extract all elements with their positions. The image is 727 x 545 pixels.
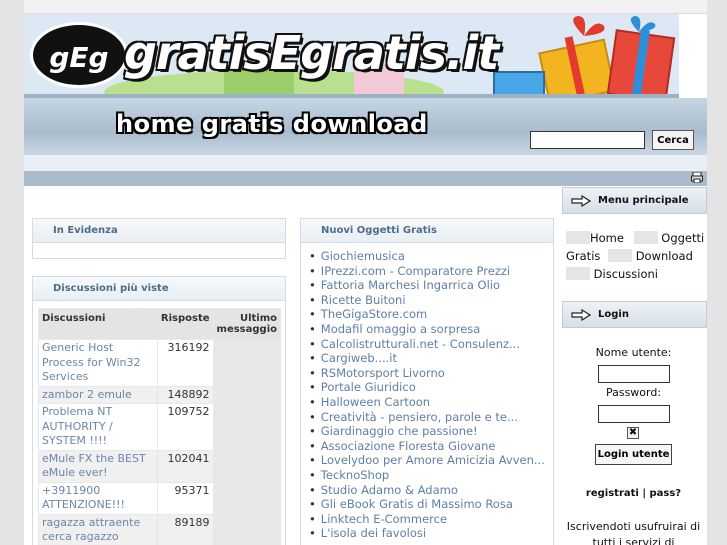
- top-strip: [24, 0, 707, 14]
- site-logo[interactable]: gratisEgratis.it: [124, 26, 499, 80]
- register-link[interactable]: registrati | pass?: [560, 488, 707, 499]
- table-row: eMule FX the BEST eMule ever! 102041: [39, 450, 280, 482]
- search-input[interactable]: [530, 131, 645, 149]
- column-header-risposte: Risposte: [157, 309, 213, 339]
- discussion-replies: 148892: [157, 386, 213, 403]
- discussion-link[interactable]: Generic Host Process for Win32 Services: [39, 340, 157, 386]
- list-item[interactable]: Calcolistrutturali.net - Consulenz...: [309, 337, 553, 352]
- nuovi-oggetti-list: Giochiemusica IPrezzi.com - Comparatore …: [309, 249, 553, 541]
- sub-band: [24, 154, 707, 171]
- list-item[interactable]: Ricette Buitoni: [309, 293, 553, 308]
- username-field[interactable]: [598, 365, 670, 383]
- menu-item-discussioni[interactable]: Discussioni: [566, 267, 658, 281]
- discussion-link[interactable]: eMule FX the BEST eMule ever!: [39, 450, 157, 482]
- discussion-replies: 95371: [157, 482, 213, 514]
- discussion-last: [213, 386, 280, 403]
- password-field[interactable]: [598, 405, 670, 423]
- discussioni-table: Discussioni Risposte Ultimo messaggio Ge…: [38, 308, 281, 545]
- sidebar: Menu principale Home Oggetti Gratis Down…: [560, 186, 707, 545]
- username-label: Nome utente:: [595, 346, 672, 359]
- discussion-replies: 109752: [157, 404, 213, 450]
- table-row: zambor 2 emule 148892: [39, 386, 280, 403]
- list-item[interactable]: IPrezzi.com - Comparatore Prezzi: [309, 264, 553, 279]
- list-item[interactable]: Giochiemusica: [309, 249, 553, 264]
- list-item[interactable]: TecknoShop: [309, 468, 553, 483]
- discussion-link[interactable]: Problema NT AUTHORITY / SYSTEM !!!!: [39, 404, 157, 450]
- password-label: Password:: [605, 386, 662, 399]
- search-button[interactable]: Cerca: [652, 130, 694, 150]
- discussion-replies: 316192: [157, 340, 213, 386]
- list-item[interactable]: Cargiweb....it: [309, 351, 553, 366]
- list-item[interactable]: Halloween Cartoon: [309, 395, 553, 410]
- menu-principale-title: Menu principale: [598, 195, 689, 206]
- list-item[interactable]: Studio Adamo & Adamo: [309, 483, 553, 498]
- table-row: ragazza attraente cerca ragazzo 89189: [39, 514, 280, 545]
- list-item[interactable]: Associazione Floresta Giovane: [309, 439, 553, 454]
- menu-principale-header: Menu principale: [562, 187, 707, 214]
- discussion-replies: 102041: [157, 450, 213, 482]
- discussion-last: [213, 514, 280, 545]
- list-item[interactable]: Lovelydoo per Amore Amicizia Avven...: [309, 453, 553, 468]
- table-row: Problema NT AUTHORITY / SYSTEM !!!! 1097…: [39, 404, 280, 450]
- discussioni-box: Discussioni più viste Discussioni Rispos…: [32, 276, 286, 545]
- menu-item-download[interactable]: Download: [604, 249, 693, 263]
- login-button[interactable]: Login utente: [595, 444, 672, 465]
- discussioni-table-wrap: Discussioni Risposte Ultimo messaggio Ge…: [38, 308, 281, 545]
- printer-icon[interactable]: [691, 172, 703, 183]
- list-item[interactable]: Portale Giuridico: [309, 380, 553, 395]
- list-item[interactable]: L'isola dei favolosi: [309, 526, 553, 541]
- discussion-replies: 89189: [157, 514, 213, 545]
- column-header-discussioni: Discussioni: [39, 309, 157, 339]
- list-item[interactable]: Linktech E-Commerce: [309, 512, 553, 527]
- in-evidenza-box: In Evidenza: [32, 218, 286, 259]
- nuovi-oggetti-title: Nuovi Oggetti Gratis: [301, 219, 553, 243]
- discussion-last: [213, 404, 280, 450]
- site-banner[interactable]: gEg gratisEgratis.it: [24, 14, 679, 98]
- login-info-text: Iscrivendoti usufruirai di tutti i servi…: [566, 520, 701, 545]
- login-title: Login: [598, 309, 629, 320]
- column-header-ultimo: Ultimo messaggio: [213, 309, 280, 339]
- nav-band: home gratis download Cerca: [24, 98, 707, 154]
- in-evidenza-title: In Evidenza: [33, 219, 285, 243]
- page: gEg gratisEgratis.it home gratis downloa…: [24, 0, 707, 545]
- nuovi-oggetti-box: Nuovi Oggetti Gratis Giochiemusica IPrez…: [300, 218, 554, 545]
- discussion-link[interactable]: ragazza attraente cerca ragazzo: [39, 514, 157, 545]
- list-item[interactable]: Fattoria Marchesi Ingarrica Olio: [309, 278, 553, 293]
- toolbar-band: [24, 171, 707, 186]
- discussion-link[interactable]: zambor 2 emule: [39, 386, 157, 403]
- list-item[interactable]: RSMotorsport Livorno: [309, 366, 553, 381]
- list-item[interactable]: Modafil omaggio a sorpresa: [309, 322, 553, 337]
- menu-item-home[interactable]: Home: [566, 231, 624, 245]
- discussion-link[interactable]: +3911900 ATTENZIONE!!!: [39, 482, 157, 514]
- logo-badge: gEg: [30, 22, 128, 88]
- login-header: Login: [562, 301, 707, 328]
- list-item[interactable]: Giardinaggio che passione!: [309, 424, 553, 439]
- discussioni-title: Discussioni più viste: [33, 277, 285, 301]
- arrow-right-icon: [571, 195, 591, 207]
- discussion-last: [213, 340, 280, 386]
- main-content: In Evidenza Discussioni più viste Discus…: [24, 186, 560, 545]
- main-menu: Home Oggetti Gratis Download Discussioni: [566, 229, 706, 283]
- remember-checkbox[interactable]: ✖: [627, 427, 639, 439]
- arrow-right-icon: [571, 309, 591, 321]
- table-row: Generic Host Process for Win32 Services …: [39, 340, 280, 386]
- discussion-last: [213, 450, 280, 482]
- nav-title[interactable]: home gratis download: [116, 110, 428, 138]
- table-row: +3911900 ATTENZIONE!!! 95371: [39, 482, 280, 514]
- list-item[interactable]: Creatività - pensiero, parole e te...: [309, 410, 553, 425]
- discussion-last: [213, 482, 280, 514]
- list-item[interactable]: TheGigaStore.com: [309, 307, 553, 322]
- list-item[interactable]: Gli eBook Gratis di Massimo Rosa: [309, 497, 553, 512]
